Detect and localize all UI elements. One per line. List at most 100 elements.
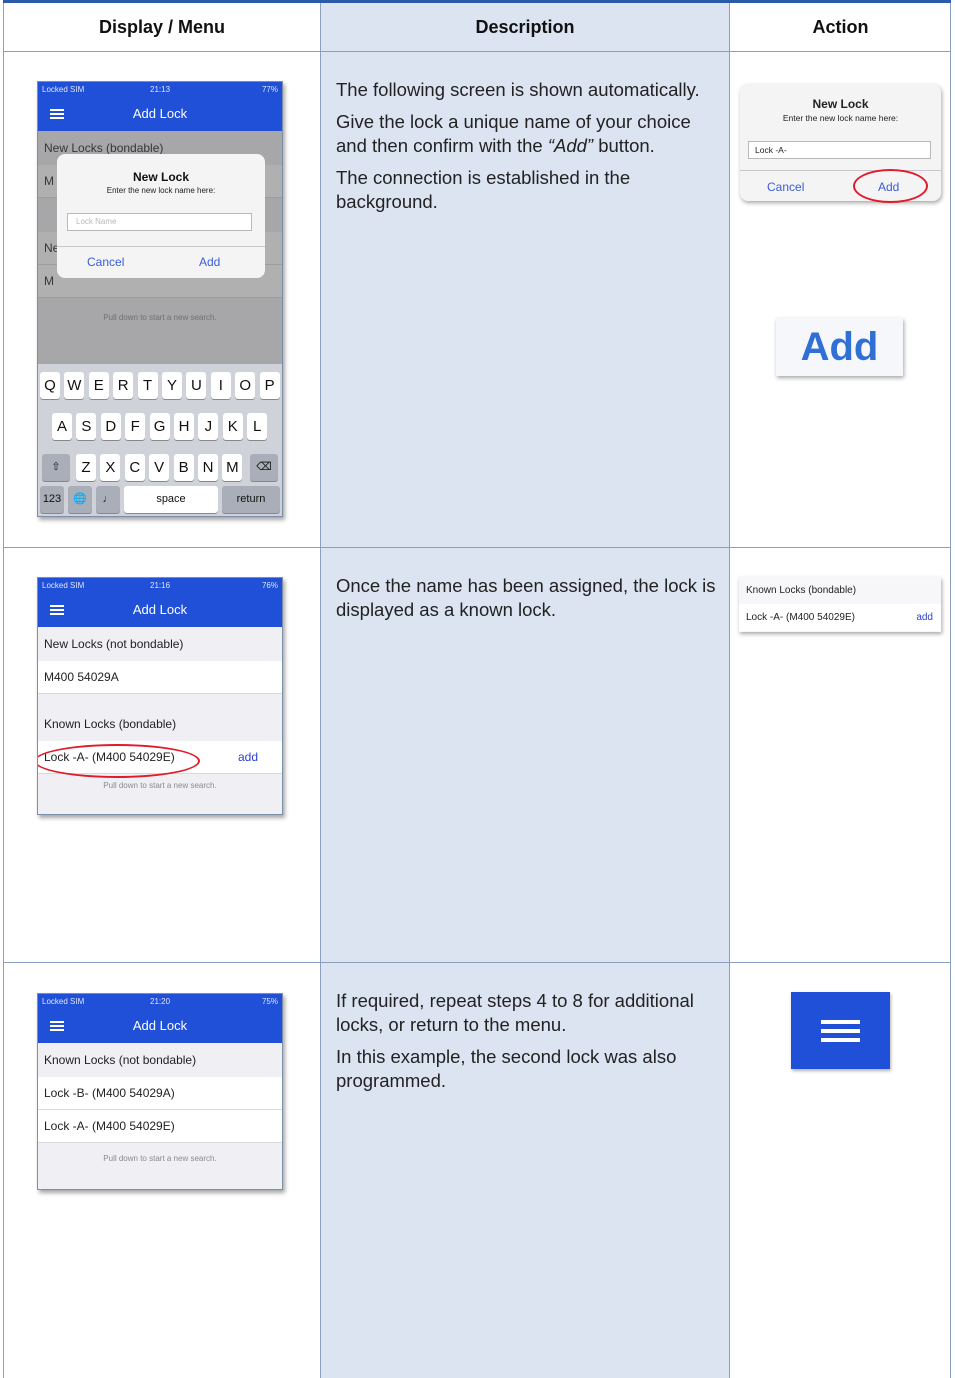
key-p[interactable]: P: [259, 372, 280, 399]
key-n[interactable]: N: [198, 454, 218, 481]
globe-key-icon[interactable]: 🌐: [68, 486, 92, 513]
highlight-circle: [38, 744, 200, 778]
menu-button[interactable]: [791, 992, 890, 1069]
hamburger-menu-icon: [821, 1020, 860, 1042]
key-b[interactable]: B: [173, 454, 194, 481]
lock-name-input[interactable]: Lock -A-: [748, 141, 931, 159]
carrier-label: Locked SIM: [42, 581, 85, 590]
numbers-key[interactable]: 123: [40, 486, 64, 513]
add-button-large[interactable]: Add: [776, 318, 903, 376]
keyboard-row: QWERTYUIOP: [38, 372, 282, 399]
description-text: In this example, the second lock was als…: [336, 1046, 677, 1091]
add-link[interactable]: add: [238, 741, 258, 774]
clock-label: 21:16: [150, 581, 171, 590]
add-button[interactable]: Add: [199, 255, 220, 269]
lock-name-label: Lock -A- (M400 54029E): [746, 612, 855, 623]
key-a[interactable]: A: [52, 413, 72, 440]
description-text: If required, repeat steps 4 to 8 for add…: [336, 990, 694, 1035]
key-d[interactable]: D: [100, 413, 121, 440]
list-item[interactable]: Lock -A- (M400 54029E): [38, 1110, 282, 1143]
dialog-buttons: Cancel Add: [57, 246, 265, 278]
key-s[interactable]: S: [76, 413, 97, 440]
key-o[interactable]: O: [235, 372, 256, 399]
description-text: The connection is established in the bac…: [336, 167, 631, 212]
header-description: Description: [475, 16, 575, 37]
key-z[interactable]: Z: [76, 454, 96, 481]
section-header: Known Locks (not bondable): [44, 1053, 197, 1067]
nav-title: Add Lock: [132, 1018, 188, 1033]
description-text: The following screen is shown automatica…: [336, 79, 700, 100]
pull-hint: Pull down to start a new search.: [103, 1154, 217, 1163]
phone-screenshot-new-lock-dialog: Locked SIM 21:13 77% Add Lock New Locks …: [37, 81, 283, 517]
carrier-label: Locked SIM: [42, 85, 85, 94]
backspace-key-icon[interactable]: ⌫: [250, 454, 278, 481]
clock-label: 21:13: [150, 85, 171, 94]
nav-bar: Locked SIM 21:20 75% Add Lock: [38, 994, 282, 1043]
description-text: Once the name has been assigned, the loc…: [336, 575, 716, 620]
description-text: Give the lock a unique name of your choi…: [336, 110, 716, 158]
shift-key-icon[interactable]: ⇧: [42, 454, 70, 481]
section-header: Known Locks (bondable): [44, 717, 177, 731]
battery-label: 76%: [261, 581, 278, 590]
cancel-button[interactable]: Cancel: [87, 255, 124, 269]
status-bar: Locked SIM 21:20 75%: [42, 997, 278, 1007]
key-g[interactable]: G: [149, 413, 170, 440]
row-divider: [3, 547, 951, 548]
highlight-circle: [853, 169, 928, 203]
list-item[interactable]: Lock -A- (M400 54029E) add: [739, 604, 941, 631]
dialog-title: New Lock: [132, 170, 189, 184]
key-v[interactable]: V: [149, 454, 170, 481]
keyboard-row: ASDFGHJKL: [38, 413, 282, 440]
dialog-title: New Lock: [812, 97, 869, 111]
key-u[interactable]: U: [186, 372, 207, 399]
pull-hint: Pull down to start a new search.: [103, 781, 217, 790]
status-bar: Locked SIM 21:16 76%: [42, 581, 278, 591]
header-action: Action: [812, 16, 869, 37]
list-item[interactable]: M400 54029A: [38, 661, 282, 694]
cancel-button[interactable]: Cancel: [767, 180, 804, 194]
clock-label: 21:20: [150, 997, 171, 1006]
section-header: Known Locks (bondable): [746, 585, 857, 596]
key-l[interactable]: L: [247, 413, 268, 440]
description-row-2: Once the name has been assigned, the loc…: [336, 574, 716, 630]
return-key[interactable]: return: [222, 486, 280, 513]
status-bar: Locked SIM 21:13 77%: [42, 85, 278, 95]
carrier-label: Locked SIM: [42, 997, 85, 1006]
list-item[interactable]: Lock -B- (M400 54029A): [38, 1077, 282, 1110]
section-header: New Locks (not bondable): [44, 637, 184, 651]
new-lock-dialog: New Lock Enter the new lock name here: L…: [57, 154, 265, 278]
key-k[interactable]: K: [222, 413, 243, 440]
keyboard-row: 123 🌐 ♩ space return: [38, 486, 282, 513]
key-m[interactable]: M: [222, 454, 243, 481]
key-j[interactable]: J: [198, 413, 219, 440]
dialog-subtitle: Enter the new lock name here:: [106, 186, 216, 195]
nav-bar: Locked SIM 21:13 77% Add Lock: [38, 82, 282, 131]
action-known-lock-snippet: Known Locks (bondable) Lock -A- (M400 54…: [739, 577, 941, 632]
lock-name-input[interactable]: Lock Name: [67, 213, 252, 231]
description-row-1: The following screen is shown automatica…: [336, 78, 716, 222]
description-emphasis: “Add”: [547, 135, 594, 156]
key-x[interactable]: X: [100, 454, 121, 481]
nav-title: Add Lock: [132, 106, 188, 121]
key-h[interactable]: H: [174, 413, 194, 440]
action-dialog-snippet: New Lock Enter the new lock name here: L…: [740, 84, 941, 203]
microphone-key-icon[interactable]: ♩: [96, 486, 120, 513]
key-w[interactable]: W: [64, 372, 85, 399]
key-e[interactable]: E: [88, 372, 109, 399]
space-key[interactable]: space: [124, 486, 218, 513]
key-t[interactable]: T: [137, 372, 158, 399]
add-link[interactable]: add: [916, 604, 933, 631]
column-divider: [320, 3, 321, 1378]
key-c[interactable]: C: [124, 454, 145, 481]
key-r[interactable]: R: [113, 372, 134, 399]
key-y[interactable]: Y: [162, 372, 182, 399]
description-row-3: If required, repeat steps 4 to 8 for add…: [336, 989, 716, 1101]
dialog-subtitle: Enter the new lock name here:: [782, 113, 899, 123]
key-f[interactable]: F: [125, 413, 146, 440]
key-i[interactable]: I: [210, 372, 231, 399]
phone-screenshot-lock-list: Locked SIM 21:20 75% Add Lock Known Lock…: [37, 993, 283, 1190]
row-divider: [3, 51, 951, 52]
key-q[interactable]: Q: [40, 372, 60, 399]
description-text-part: button.: [598, 135, 655, 156]
row-divider: [3, 962, 951, 963]
